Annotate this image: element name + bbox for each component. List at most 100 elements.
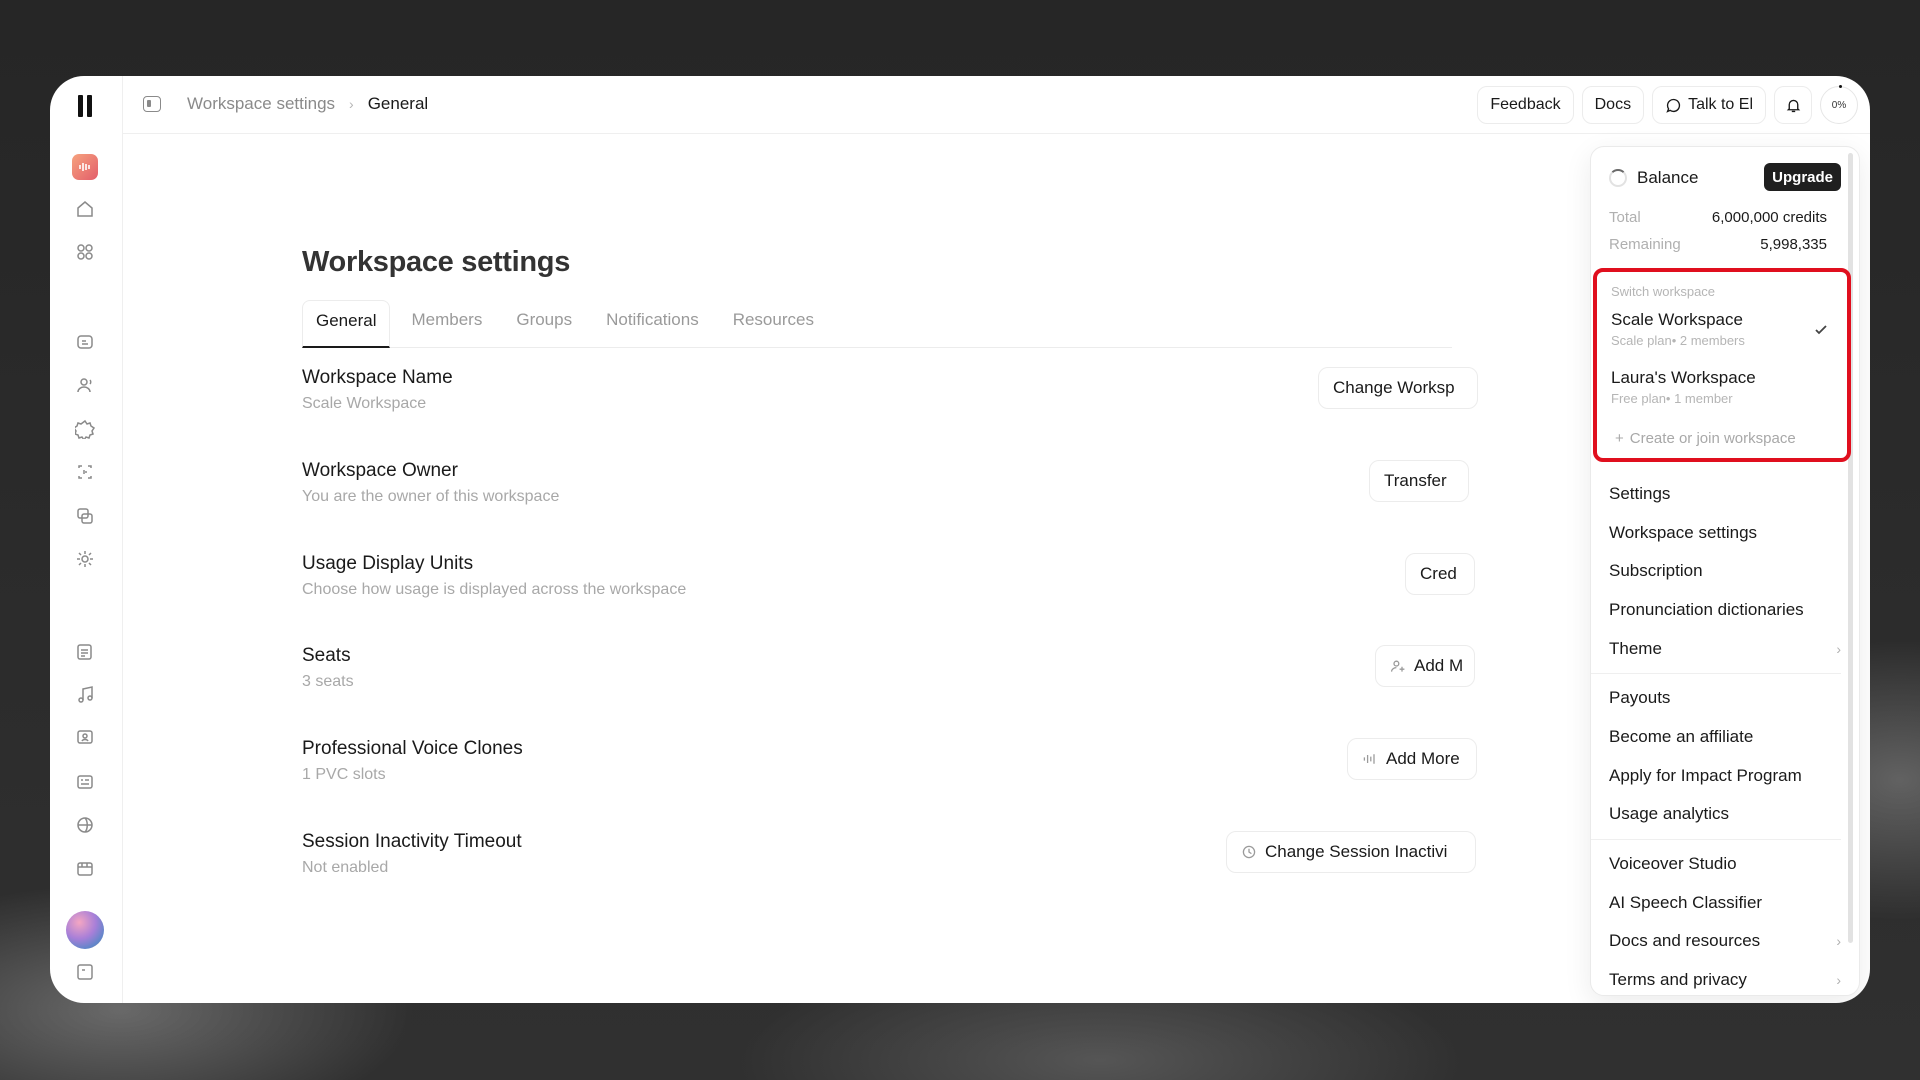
home-icon[interactable] bbox=[72, 196, 98, 222]
tab-notifications[interactable]: Notifications bbox=[593, 300, 712, 347]
usage-indicator[interactable]: 0% bbox=[1820, 85, 1858, 124]
add-seats-label: Add M bbox=[1414, 656, 1464, 675]
workspace-name: Laura's Workspace bbox=[1611, 368, 1756, 387]
talk-to-el-button[interactable]: Talk to El bbox=[1652, 86, 1766, 124]
setting-value: 3 seats bbox=[302, 673, 354, 690]
plus-icon: + bbox=[1615, 430, 1624, 447]
setting-title: Usage Display Units bbox=[302, 553, 474, 574]
workspace-item-scale[interactable]: Scale Workspace Scale plan• 2 members bbox=[1611, 310, 1831, 348]
app-waveform-icon[interactable] bbox=[72, 154, 98, 180]
page-title: Workspace settings bbox=[302, 246, 571, 278]
globe-icon[interactable] bbox=[72, 812, 98, 838]
menu-item-speech-classifier[interactable]: AI Speech Classifier bbox=[1609, 893, 1841, 913]
setting-value: You are the owner of this workspace bbox=[302, 488, 560, 505]
menu-item-subscription[interactable]: Subscription bbox=[1609, 561, 1841, 581]
collapse-panel-icon[interactable] bbox=[72, 959, 98, 985]
usage-units-select[interactable]: Cred bbox=[1405, 553, 1475, 595]
menu-item-terms-privacy[interactable]: Terms and privacy › bbox=[1609, 970, 1841, 990]
menu-item-pronunciation[interactable]: Pronunciation dictionaries bbox=[1609, 600, 1841, 620]
transcripts-icon[interactable] bbox=[72, 769, 98, 795]
menu-item-affiliate[interactable]: Become an affiliate bbox=[1609, 727, 1841, 747]
bell-icon bbox=[1786, 99, 1800, 112]
check-icon bbox=[1815, 325, 1827, 335]
menu-item-payouts[interactable]: Payouts bbox=[1609, 688, 1841, 708]
voice-changer-icon[interactable] bbox=[72, 459, 98, 485]
feedback-button[interactable]: Feedback bbox=[1477, 86, 1574, 124]
chevron-right-icon: › bbox=[1836, 933, 1841, 949]
create-workspace-label: Create or join workspace bbox=[1629, 430, 1796, 447]
dubbing-icon[interactable] bbox=[72, 503, 98, 529]
sound-effects-icon[interactable] bbox=[72, 546, 98, 572]
upgrade-button[interactable]: Upgrade bbox=[1764, 163, 1841, 191]
setting-row-workspace-owner: Workspace Owner You are the owner of thi… bbox=[302, 460, 1469, 520]
tab-general[interactable]: General bbox=[302, 300, 391, 348]
settings-tabs: General Members Groups Notifications Res… bbox=[302, 300, 1452, 348]
change-session-label: Change Session Inactivi bbox=[1265, 842, 1448, 861]
logo-icon[interactable] bbox=[78, 95, 96, 117]
menu-item-docs-resources[interactable]: Docs and resources › bbox=[1609, 931, 1841, 951]
setting-row-usage-units: Usage Display Units Choose how usage is … bbox=[302, 553, 1475, 613]
setting-title: Workspace Name bbox=[302, 367, 453, 388]
menu-item-theme[interactable]: Theme › bbox=[1609, 639, 1841, 659]
text-to-speech-icon[interactable] bbox=[72, 329, 98, 355]
chat-bubble-icon bbox=[1666, 98, 1681, 113]
menu-item-voiceover-studio[interactable]: Voiceover Studio bbox=[1609, 854, 1841, 874]
balance-loading-icon bbox=[1609, 169, 1627, 187]
remaining-label: Remaining bbox=[1609, 236, 1681, 253]
remaining-value: 5,998,335 bbox=[1760, 236, 1827, 253]
create-workspace-button[interactable]: + Create or join workspace bbox=[1615, 430, 1796, 447]
total-label: Total bbox=[1609, 209, 1641, 226]
add-seats-button[interactable]: Add M bbox=[1375, 645, 1475, 687]
setting-value: Scale Workspace bbox=[302, 395, 427, 412]
setting-row-seats: Seats 3 seats Add M bbox=[302, 645, 1475, 705]
chevron-right-icon: › bbox=[1836, 641, 1841, 657]
menu-item-label: Terms and privacy bbox=[1609, 970, 1747, 989]
voices-icon[interactable] bbox=[72, 372, 98, 398]
add-more-label: Add More bbox=[1386, 749, 1460, 768]
remaining-credits-row: Remaining 5,998,335 bbox=[1609, 236, 1827, 253]
setting-row-session-timeout: Session Inactivity Timeout Not enabled C… bbox=[302, 831, 1476, 891]
workspace-meta: Scale plan• 2 members bbox=[1611, 333, 1745, 348]
workspace-name: Scale Workspace bbox=[1611, 310, 1743, 329]
switch-workspace-section: Switch workspace Scale Workspace Scale p… bbox=[1593, 268, 1851, 462]
menu-item-usage-analytics[interactable]: Usage analytics bbox=[1609, 804, 1841, 824]
conversational-ai-icon[interactable] bbox=[72, 725, 98, 751]
top-actions: Feedback Docs Talk to El 0% bbox=[1477, 85, 1858, 124]
docs-button[interactable]: Docs bbox=[1581, 86, 1645, 124]
total-value: 6,000,000 credits bbox=[1711, 209, 1827, 226]
menu-item-impact-program[interactable]: Apply for Impact Program bbox=[1609, 766, 1841, 786]
menu-item-workspace-settings[interactable]: Workspace settings bbox=[1609, 523, 1841, 543]
projects-icon[interactable] bbox=[72, 639, 98, 665]
breadcrumb-separator: › bbox=[349, 96, 354, 112]
workspace-item-laura[interactable]: Laura's Workspace Free plan• 1 member bbox=[1611, 368, 1831, 406]
breadcrumb-parent[interactable]: Workspace settings bbox=[187, 94, 335, 114]
menu-item-label: Theme bbox=[1609, 639, 1662, 658]
sidebar bbox=[50, 76, 123, 1003]
change-workspace-name-button[interactable]: Change Worksp bbox=[1318, 367, 1478, 409]
waveform-icon bbox=[1363, 754, 1375, 764]
top-bar: Workspace settings › General Feedback Do… bbox=[123, 76, 1870, 134]
change-session-timeout-button[interactable]: Change Session Inactivi bbox=[1226, 831, 1476, 873]
sidebar-toggle-icon[interactable] bbox=[143, 96, 161, 112]
studio-icon[interactable] bbox=[72, 856, 98, 882]
notifications-button[interactable] bbox=[1774, 86, 1812, 124]
tab-members[interactable]: Members bbox=[398, 300, 495, 347]
gear-sparkle-icon[interactable] bbox=[72, 416, 98, 442]
music-icon[interactable] bbox=[72, 682, 98, 708]
tab-resources[interactable]: Resources bbox=[720, 300, 827, 347]
tab-groups[interactable]: Groups bbox=[503, 300, 585, 347]
setting-title: Professional Voice Clones bbox=[302, 738, 523, 759]
balance-label: Balance bbox=[1637, 168, 1699, 187]
app-window: Workspace settings › General Feedback Do… bbox=[50, 76, 1870, 1003]
apps-grid-icon[interactable] bbox=[72, 239, 98, 265]
setting-title: Workspace Owner bbox=[302, 460, 458, 481]
clock-icon bbox=[1242, 845, 1256, 859]
switch-workspace-label: Switch workspace bbox=[1611, 284, 1716, 299]
breadcrumb: Workspace settings › General bbox=[187, 94, 428, 114]
transfer-ownership-button[interactable]: Transfer bbox=[1369, 460, 1469, 502]
menu-item-settings[interactable]: Settings bbox=[1609, 484, 1841, 504]
setting-title: Seats bbox=[302, 645, 351, 666]
workspace-meta: Free plan• 1 member bbox=[1611, 391, 1733, 406]
user-avatar[interactable] bbox=[66, 911, 104, 949]
add-more-pvc-button[interactable]: Add More bbox=[1347, 738, 1477, 780]
